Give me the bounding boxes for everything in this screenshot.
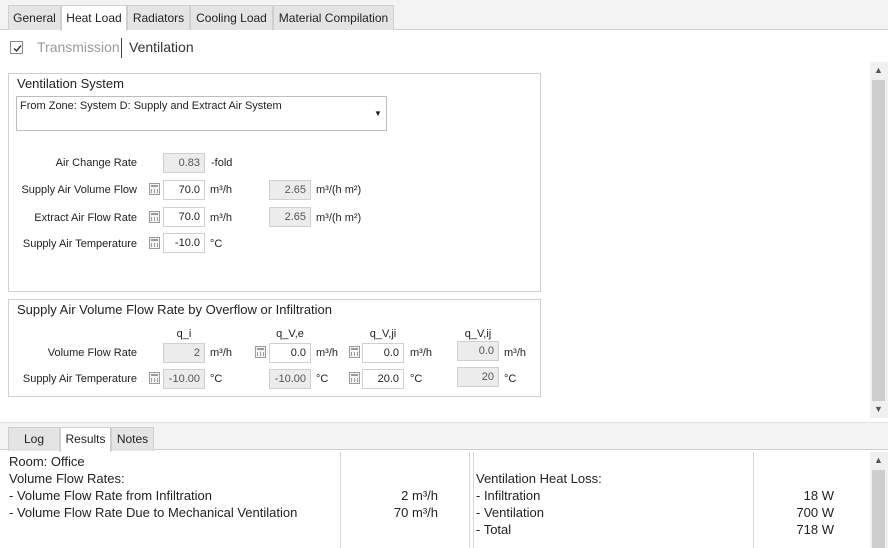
column-header-q-v-e: q_V,e xyxy=(276,328,304,340)
q-v-e-temperature-value: -10.00 xyxy=(269,369,311,389)
supply-air-specific-unit: m³/(h m²) xyxy=(316,184,362,196)
results-hl-infiltration-value: 18 W xyxy=(803,488,834,503)
supply-air-volume-flow-input[interactable]: 70.0 xyxy=(163,180,205,200)
results-mechanical-value: 70 m³/h xyxy=(393,505,438,520)
dropdown-arrow-icon: ▼ xyxy=(374,109,382,118)
tab-cooling-load[interactable]: Cooling Load xyxy=(190,5,273,30)
calculator-icon[interactable] xyxy=(349,372,360,384)
scrollbar-thumb[interactable] xyxy=(872,470,885,548)
calculator-icon[interactable] xyxy=(149,372,160,384)
q-i-volume-flow-unit: m³/h xyxy=(210,347,232,359)
q-i-temperature-unit: °C xyxy=(210,373,223,385)
q-v-e-temperature-unit: °C xyxy=(316,373,329,385)
calculator-icon[interactable] xyxy=(255,346,266,358)
extract-air-specific-value: 2.65 xyxy=(269,207,311,227)
q-v-ji-volume-flow-input[interactable]: 0.0 xyxy=(362,343,404,363)
results-hl-ventilation-value: 700 W xyxy=(796,505,834,520)
q-v-ij-temperature-value: 20 xyxy=(457,367,499,387)
subtab-transmission[interactable]: Transmission xyxy=(37,39,120,55)
calculator-icon[interactable] xyxy=(349,346,360,358)
ventilation-system-dropdown[interactable]: From Zone: System D: Supply and Extract … xyxy=(16,96,387,131)
transmission-checkbox[interactable] xyxy=(10,41,23,54)
results-hl-ventilation-label: - Ventilation xyxy=(476,505,544,520)
tab-heat-load[interactable]: Heat Load xyxy=(61,5,127,31)
results-hl-infiltration-label: - Infiltration xyxy=(476,488,541,503)
extract-air-flow-rate-unit: m³/h xyxy=(210,212,232,224)
results-room: Room: Office xyxy=(9,454,85,469)
column-header-q-i: q_i xyxy=(176,328,192,340)
results-infiltration-value: 2 m³/h xyxy=(401,488,438,503)
scrollbar-thumb[interactable] xyxy=(872,80,885,401)
q-v-e-volume-flow-input[interactable]: 0.0 xyxy=(269,343,311,363)
results-hl-total-label: - Total xyxy=(476,522,512,537)
results-column-divider xyxy=(469,452,470,548)
results-infiltration-label: - Volume Flow Rate from Infiltration xyxy=(9,488,213,503)
results-heat-loss-heading: Ventilation Heat Loss: xyxy=(476,471,602,486)
air-change-rate-label: Air Change Rate xyxy=(55,157,137,169)
supply-air-volume-flow-label: Supply Air Volume Flow xyxy=(21,184,137,196)
subtab-divider xyxy=(121,38,122,58)
supply-air-temperature-label: Supply Air Temperature xyxy=(22,238,137,250)
supply-air-temperature-input[interactable]: -10.0 xyxy=(163,233,205,253)
q-v-ji-temperature-unit: °C xyxy=(410,373,423,385)
tab-material-compilation[interactable]: Material Compilation xyxy=(273,5,394,30)
q-v-e-volume-flow-unit: m³/h xyxy=(316,347,338,359)
calculator-icon[interactable] xyxy=(149,211,160,223)
q-v-ji-volume-flow-unit: m³/h xyxy=(410,347,432,359)
subtab-ventilation[interactable]: Ventilation xyxy=(129,39,194,55)
column-header-q-v-ij: q_V,ij xyxy=(464,328,492,340)
q-v-ij-volume-flow-value: 0.0 xyxy=(457,341,499,361)
q-i-volume-flow-value: 2 xyxy=(163,343,205,363)
column-header-q-v-ji: q_V,ji xyxy=(369,328,397,340)
tab-general[interactable]: General xyxy=(8,5,61,30)
upper-scrollbar[interactable]: ▲ ▼ xyxy=(870,62,888,418)
ventilation-system-title: Ventilation System xyxy=(17,76,124,91)
tab-notes[interactable]: Notes xyxy=(111,427,154,451)
air-change-rate-unit: -fold xyxy=(211,157,233,169)
extract-air-specific-unit: m³/(h m²) xyxy=(316,212,362,224)
supply-air-specific-value: 2.65 xyxy=(269,180,311,200)
scroll-up-icon[interactable]: ▲ xyxy=(870,455,887,465)
results-volume-flow-heading: Volume Flow Rates: xyxy=(9,471,125,486)
supply-air-temperature-unit: °C xyxy=(210,238,223,250)
tab-log[interactable]: Log xyxy=(8,427,60,451)
q-i-temperature-value: -10.00 xyxy=(163,369,205,389)
calculator-icon[interactable] xyxy=(149,237,160,249)
overflow-infiltration-title: Supply Air Volume Flow Rate by Overflow … xyxy=(17,302,333,317)
check-icon xyxy=(13,45,22,53)
supply-air-volume-flow-unit: m³/h xyxy=(210,184,232,196)
results-hl-total-value: 718 W xyxy=(796,522,834,537)
q-v-ij-volume-flow-unit: m³/h xyxy=(504,347,526,359)
scroll-up-icon[interactable]: ▲ xyxy=(870,65,887,75)
ventilation-system-selected: From Zone: System D: Supply and Extract … xyxy=(20,100,282,112)
q-v-ji-temperature-input[interactable]: 20.0 xyxy=(362,369,404,389)
results-column-divider xyxy=(473,452,474,548)
overflow-supply-air-temperature-label: Supply Air Temperature xyxy=(22,373,137,385)
tab-radiators[interactable]: Radiators xyxy=(127,5,190,30)
main-tab-bar: General Heat Load Radiators Cooling Load… xyxy=(0,0,888,31)
results-mechanical-label: - Volume Flow Rate Due to Mechanical Ven… xyxy=(9,505,298,520)
bottom-tab-bar: Log Results Notes xyxy=(0,422,888,452)
air-change-rate-value: 0.83 xyxy=(163,153,205,173)
volume-flow-rate-label: Volume Flow Rate xyxy=(47,347,137,359)
tab-results[interactable]: Results xyxy=(60,427,111,452)
calculator-icon[interactable] xyxy=(149,183,160,195)
q-v-ij-temperature-unit: °C xyxy=(504,373,517,385)
extract-air-flow-rate-input[interactable]: 70.0 xyxy=(163,207,205,227)
extract-air-flow-rate-label: Extract Air Flow Rate xyxy=(34,212,137,224)
scroll-down-icon[interactable]: ▼ xyxy=(870,404,887,414)
results-scrollbar[interactable]: ▲ xyxy=(870,452,888,548)
